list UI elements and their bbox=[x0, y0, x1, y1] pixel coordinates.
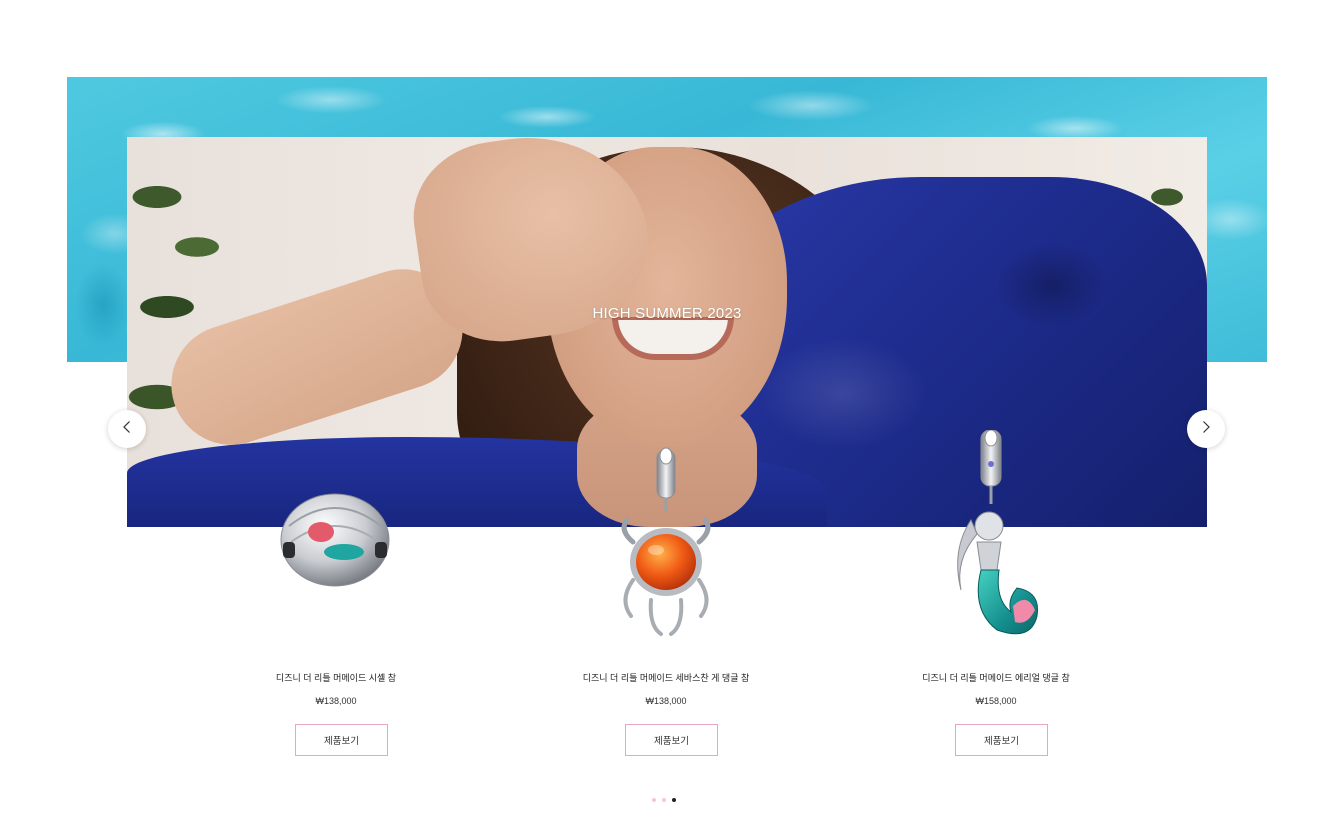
view-product-button[interactable]: 제품보기 bbox=[625, 724, 718, 756]
carousel-pagination bbox=[652, 798, 676, 802]
chevron-left-icon bbox=[120, 420, 134, 439]
product-card: 디즈니 더 리틀 머메이드 시셸 참 ₩138,000 제품보기 bbox=[171, 430, 501, 756]
product-price: ₩158,000 bbox=[975, 696, 1017, 706]
carousel-next-button[interactable] bbox=[1187, 410, 1225, 448]
view-product-button[interactable]: 제품보기 bbox=[955, 724, 1048, 756]
pagination-dot-active[interactable] bbox=[672, 798, 676, 802]
product-name[interactable]: 디즈니 더 리틀 머메이드 시셸 참 bbox=[171, 671, 501, 684]
pagination-dot[interactable] bbox=[652, 798, 656, 802]
product-name[interactable]: 디즈니 더 리틀 머메이드 에리얼 댕글 참 bbox=[831, 671, 1161, 684]
product-image-seashell-charm[interactable] bbox=[171, 430, 501, 660]
product-card: 디즈니 더 리틀 머메이드 세바스찬 게 댕글 참 ₩138,000 제품보기 bbox=[501, 430, 831, 756]
product-price: ₩138,000 bbox=[315, 696, 357, 706]
product-name[interactable]: 디즈니 더 리틀 머메이드 세바스찬 게 댕글 참 bbox=[501, 671, 831, 684]
pagination-dot[interactable] bbox=[662, 798, 666, 802]
page: HIGH SUMMER 2023 디즈니 더 리틀 머메이드 시셸 참 ₩138… bbox=[0, 0, 1343, 828]
chevron-right-icon bbox=[1199, 420, 1213, 439]
view-product-button[interactable]: 제품보기 bbox=[295, 724, 388, 756]
carousel-prev-button[interactable] bbox=[108, 410, 146, 448]
hero-title: HIGH SUMMER 2023 bbox=[592, 305, 742, 322]
product-price: ₩138,000 bbox=[645, 696, 687, 706]
product-card: 디즈니 더 리틀 머메이드 에리얼 댕글 참 ₩158,000 제품보기 bbox=[831, 430, 1161, 756]
product-image-ariel-dangle-charm[interactable] bbox=[831, 430, 1161, 660]
product-image-crab-dangle-charm[interactable] bbox=[501, 430, 831, 660]
